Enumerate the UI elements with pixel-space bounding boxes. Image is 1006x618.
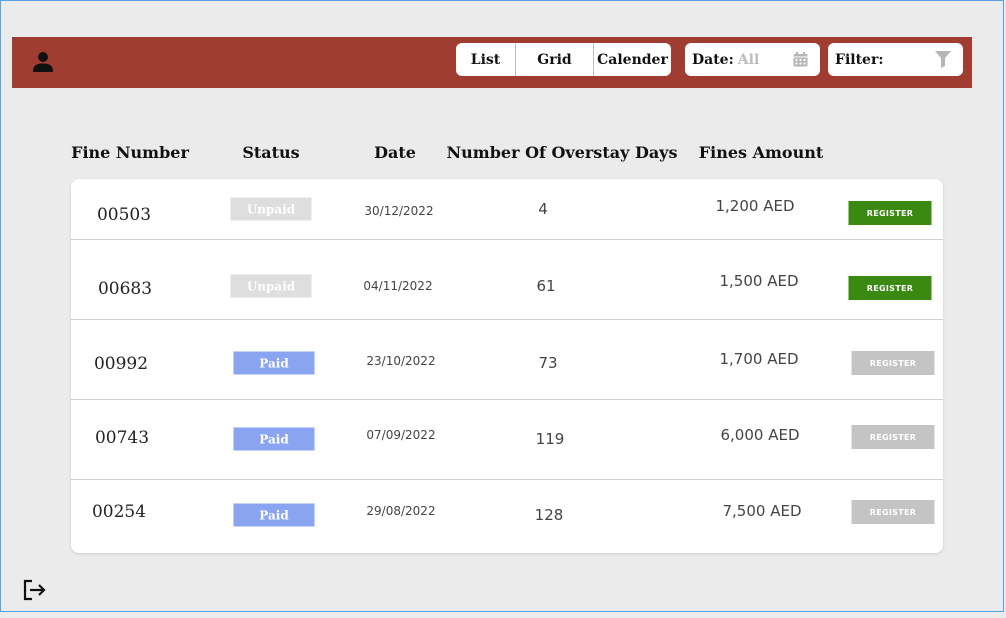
view-grid-button[interactable]: Grid <box>516 43 594 76</box>
overstay-days: 73 <box>538 354 558 372</box>
status-badge: Paid <box>233 503 315 527</box>
date-filter[interactable]: Date: All <box>685 43 820 76</box>
fine-date: 07/09/2022 <box>366 428 436 442</box>
fine-amount: 1,700 AED <box>719 350 799 368</box>
status-badge: Paid <box>233 427 315 451</box>
calendar-icon[interactable] <box>793 52 808 67</box>
table-row: 00254 Paid 29/08/2022 128 7,500 AED REGI… <box>71 479 943 556</box>
column-header-status: Status <box>242 143 300 162</box>
fine-number: 00254 <box>91 502 147 522</box>
view-list-button[interactable]: List <box>456 43 516 76</box>
fine-amount: 7,500 AED <box>722 502 802 520</box>
fine-amount: 1,200 AED <box>715 197 795 215</box>
fine-number: 00743 <box>94 428 150 448</box>
register-button[interactable]: REGISTER <box>848 201 932 225</box>
filter-icon[interactable] <box>935 51 951 68</box>
overstay-days: 61 <box>536 277 556 295</box>
table-row: 00743 Paid 07/09/2022 119 6,000 AED REGI… <box>71 399 943 476</box>
register-button[interactable]: REGISTER <box>851 351 935 375</box>
fine-date: 30/12/2022 <box>364 204 434 218</box>
fine-date: 23/10/2022 <box>366 354 436 368</box>
fine-number: 00503 <box>96 205 152 225</box>
view-toggle: List Grid Calender <box>456 43 671 76</box>
fine-amount: 1,500 AED <box>719 272 799 290</box>
register-button[interactable]: REGISTER <box>848 276 932 300</box>
column-header-fine-number: Fine Number <box>71 143 189 162</box>
status-badge: Unpaid <box>230 274 312 298</box>
fines-table: 00503 Unpaid 30/12/2022 4 1,200 AED REGI… <box>71 179 943 553</box>
fine-date: 04/11/2022 <box>363 279 433 293</box>
register-button[interactable]: REGISTER <box>851 500 935 524</box>
top-bar: List Grid Calender Date: All Filter: <box>12 37 972 88</box>
register-button[interactable]: REGISTER <box>851 425 935 449</box>
view-calendar-button[interactable]: Calender <box>594 43 671 76</box>
table-row: 00992 Paid 23/10/2022 73 1,700 AED REGIS… <box>71 319 943 396</box>
fine-number: 00683 <box>97 279 153 299</box>
overstay-days: 4 <box>538 200 548 218</box>
fine-amount: 6,000 AED <box>720 426 800 444</box>
date-filter-value: All <box>737 51 760 68</box>
overstay-days: 128 <box>534 506 564 524</box>
logout-icon[interactable] <box>23 579 47 601</box>
status-badge: Unpaid <box>230 197 312 221</box>
column-header-overstay-days: Number Of Overstay Days <box>446 143 678 162</box>
filter-dropdown[interactable]: Filter: <box>828 43 963 76</box>
fine-date: 29/08/2022 <box>366 504 436 518</box>
date-filter-label: Date: <box>692 51 734 68</box>
fine-number: 00992 <box>93 354 149 374</box>
status-badge: Paid <box>233 351 315 375</box>
table-row: 00683 Unpaid 04/11/2022 61 1,500 AED REG… <box>71 239 943 316</box>
overstay-days: 119 <box>535 430 565 448</box>
filter-label: Filter: <box>835 51 884 68</box>
column-header-fines-amount: Fines Amount <box>698 143 824 162</box>
user-icon[interactable] <box>32 51 54 73</box>
column-header-date: Date <box>374 143 416 162</box>
